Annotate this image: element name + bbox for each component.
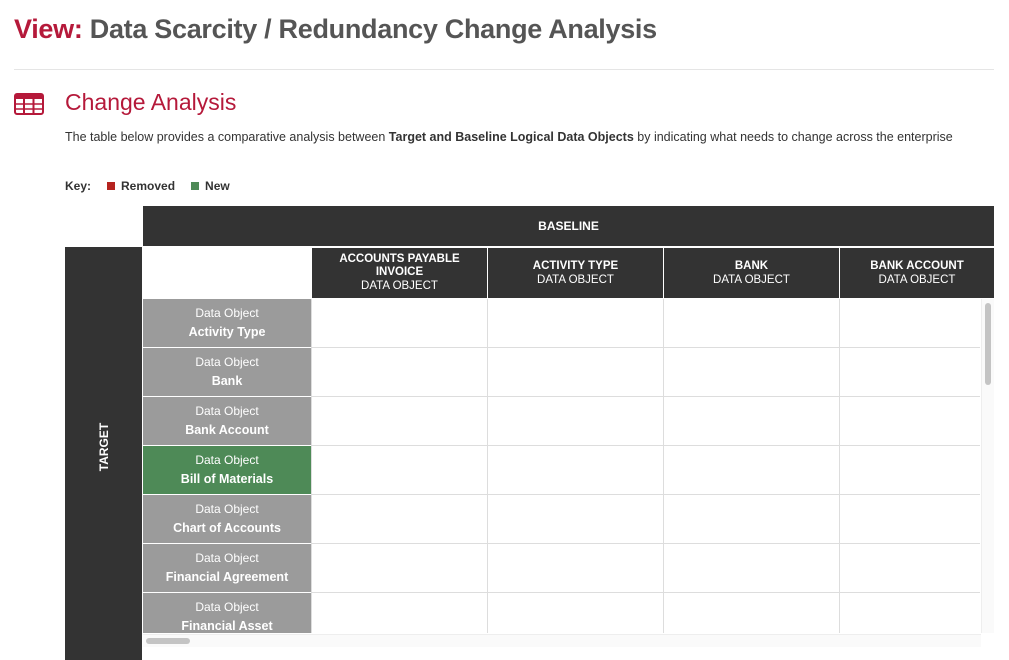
key-item-new: New <box>191 179 230 193</box>
removed-swatch <box>107 182 116 190</box>
table-row: Data Object Financial Agreement <box>143 544 980 593</box>
matrix-cell[interactable] <box>663 299 839 348</box>
column-header[interactable]: BANK DATA OBJECT <box>664 248 839 298</box>
view-prefix: View: <box>14 14 83 44</box>
section-description: The table below provides a comparative a… <box>65 127 965 147</box>
matrix-cell[interactable] <box>311 397 487 446</box>
table-row: Data Object Activity Type <box>143 299 980 348</box>
matrix-cell[interactable] <box>839 544 980 593</box>
row-name: Bank Account <box>185 423 269 437</box>
row-type: Data Object <box>195 600 259 614</box>
column-name: BANK ACCOUNT <box>870 259 964 272</box>
row-name: Activity Type <box>188 325 266 339</box>
key-item-new-label: New <box>205 179 230 193</box>
table-row: Data Object Bill of Materials <box>143 446 980 495</box>
row-type: Data Object <box>195 404 259 418</box>
vertical-scroll-thumb[interactable] <box>985 303 991 385</box>
row-header[interactable]: Data Object Chart of Accounts <box>143 495 311 544</box>
matrix-cell[interactable] <box>487 446 663 495</box>
row-name: Bill of Materials <box>180 472 274 486</box>
table-row: Data Object Bank Account <box>143 397 980 446</box>
target-header: TARGET <box>65 247 142 660</box>
matrix-cell[interactable] <box>663 446 839 495</box>
matrix-cell[interactable] <box>663 348 839 397</box>
row-header[interactable]: Data Object Financial Agreement <box>143 544 311 593</box>
matrix-grid: Data Object Activity Type Data Object Ba… <box>143 299 980 633</box>
column-name: ACCOUNTS PAYABLE INVOICE <box>339 253 460 278</box>
legend-key: Key: Removed New <box>65 179 246 193</box>
baseline-header: BASELINE <box>143 206 994 246</box>
row-header[interactable]: Data Object Activity Type <box>143 299 311 348</box>
section-title: Change Analysis <box>65 89 237 115</box>
table-grid-icon <box>14 93 44 115</box>
table-row: Data Object Bank <box>143 348 980 397</box>
matrix-cell[interactable] <box>663 544 839 593</box>
row-type: Data Object <box>195 551 259 565</box>
row-header[interactable]: Data Object Financial Asset <box>143 593 311 633</box>
row-name: Chart of Accounts <box>173 521 281 535</box>
matrix-cell[interactable] <box>487 593 663 633</box>
column-name: ACTIVITY TYPE <box>532 259 619 272</box>
matrix-cell[interactable] <box>311 593 487 633</box>
description-bold-1: Target and Baseline <box>388 130 507 144</box>
column-type: DATA OBJECT <box>361 280 438 292</box>
row-type: Data Object <box>195 355 259 369</box>
matrix-cell[interactable] <box>311 544 487 593</box>
row-type: Data Object <box>195 453 259 467</box>
target-label: TARGET <box>96 422 111 472</box>
matrix-cell[interactable] <box>839 397 980 446</box>
horizontal-scrollbar[interactable] <box>143 634 981 647</box>
description-text-3: by indicating what needs to change acros… <box>633 130 953 144</box>
matrix-cell[interactable] <box>839 348 980 397</box>
row-type: Data Object <box>195 306 259 320</box>
column-type: DATA OBJECT <box>878 273 956 286</box>
vertical-scrollbar[interactable] <box>981 299 994 633</box>
column-type: DATA OBJECT <box>537 273 614 286</box>
key-item-removed-label: Removed <box>121 179 176 193</box>
matrix-cell[interactable] <box>663 495 839 544</box>
matrix-cell[interactable] <box>487 299 663 348</box>
row-name: Bank <box>211 374 243 388</box>
description-bold-2: Logical Data Objects <box>510 130 634 144</box>
description-text-1: The table below provides a comparative a… <box>65 130 389 144</box>
row-type: Data Object <box>195 502 259 516</box>
matrix-cell[interactable] <box>839 495 980 544</box>
view-title: Data Scarcity / Redundancy Change Analys… <box>89 14 657 44</box>
table-row: Data Object Chart of Accounts <box>143 495 980 544</box>
header-divider <box>14 69 994 70</box>
column-type: DATA OBJECT <box>713 273 790 286</box>
column-headers: ACCOUNTS PAYABLE INVOICE DATA OBJECT ACT… <box>312 248 994 298</box>
table-row: Data Object Financial Asset <box>143 593 980 633</box>
matrix-cell[interactable] <box>839 593 980 633</box>
new-swatch <box>191 182 200 190</box>
matrix-corner <box>143 248 311 298</box>
column-header[interactable]: BANK ACCOUNT DATA OBJECT <box>840 248 994 298</box>
key-label: Key: <box>65 179 92 193</box>
matrix-cell[interactable] <box>839 446 980 495</box>
horizontal-scroll-thumb[interactable] <box>146 638 190 644</box>
matrix-cell[interactable] <box>311 348 487 397</box>
column-header[interactable]: ACTIVITY TYPE DATA OBJECT <box>488 248 663 298</box>
key-item-removed: Removed <box>107 179 175 193</box>
matrix-cell[interactable] <box>663 397 839 446</box>
column-name: BANK <box>734 259 769 272</box>
page-title: View: Data Scarcity / Redundancy Change … <box>14 14 657 45</box>
row-header-new[interactable]: Data Object Bill of Materials <box>143 446 311 495</box>
matrix-cell[interactable] <box>487 495 663 544</box>
matrix-cell[interactable] <box>839 299 980 348</box>
matrix-cell[interactable] <box>487 348 663 397</box>
row-name: Financial Asset <box>181 619 273 633</box>
column-header[interactable]: ACCOUNTS PAYABLE INVOICE DATA OBJECT <box>312 248 487 298</box>
row-header[interactable]: Data Object Bank <box>143 348 311 397</box>
matrix-cell[interactable] <box>487 544 663 593</box>
matrix-cell[interactable] <box>487 397 663 446</box>
matrix-cell[interactable] <box>311 446 487 495</box>
matrix-cell[interactable] <box>311 495 487 544</box>
row-header[interactable]: Data Object Bank Account <box>143 397 311 446</box>
matrix-cell[interactable] <box>663 593 839 633</box>
row-name: Financial Agreement <box>165 570 289 584</box>
matrix-cell[interactable] <box>311 299 487 348</box>
